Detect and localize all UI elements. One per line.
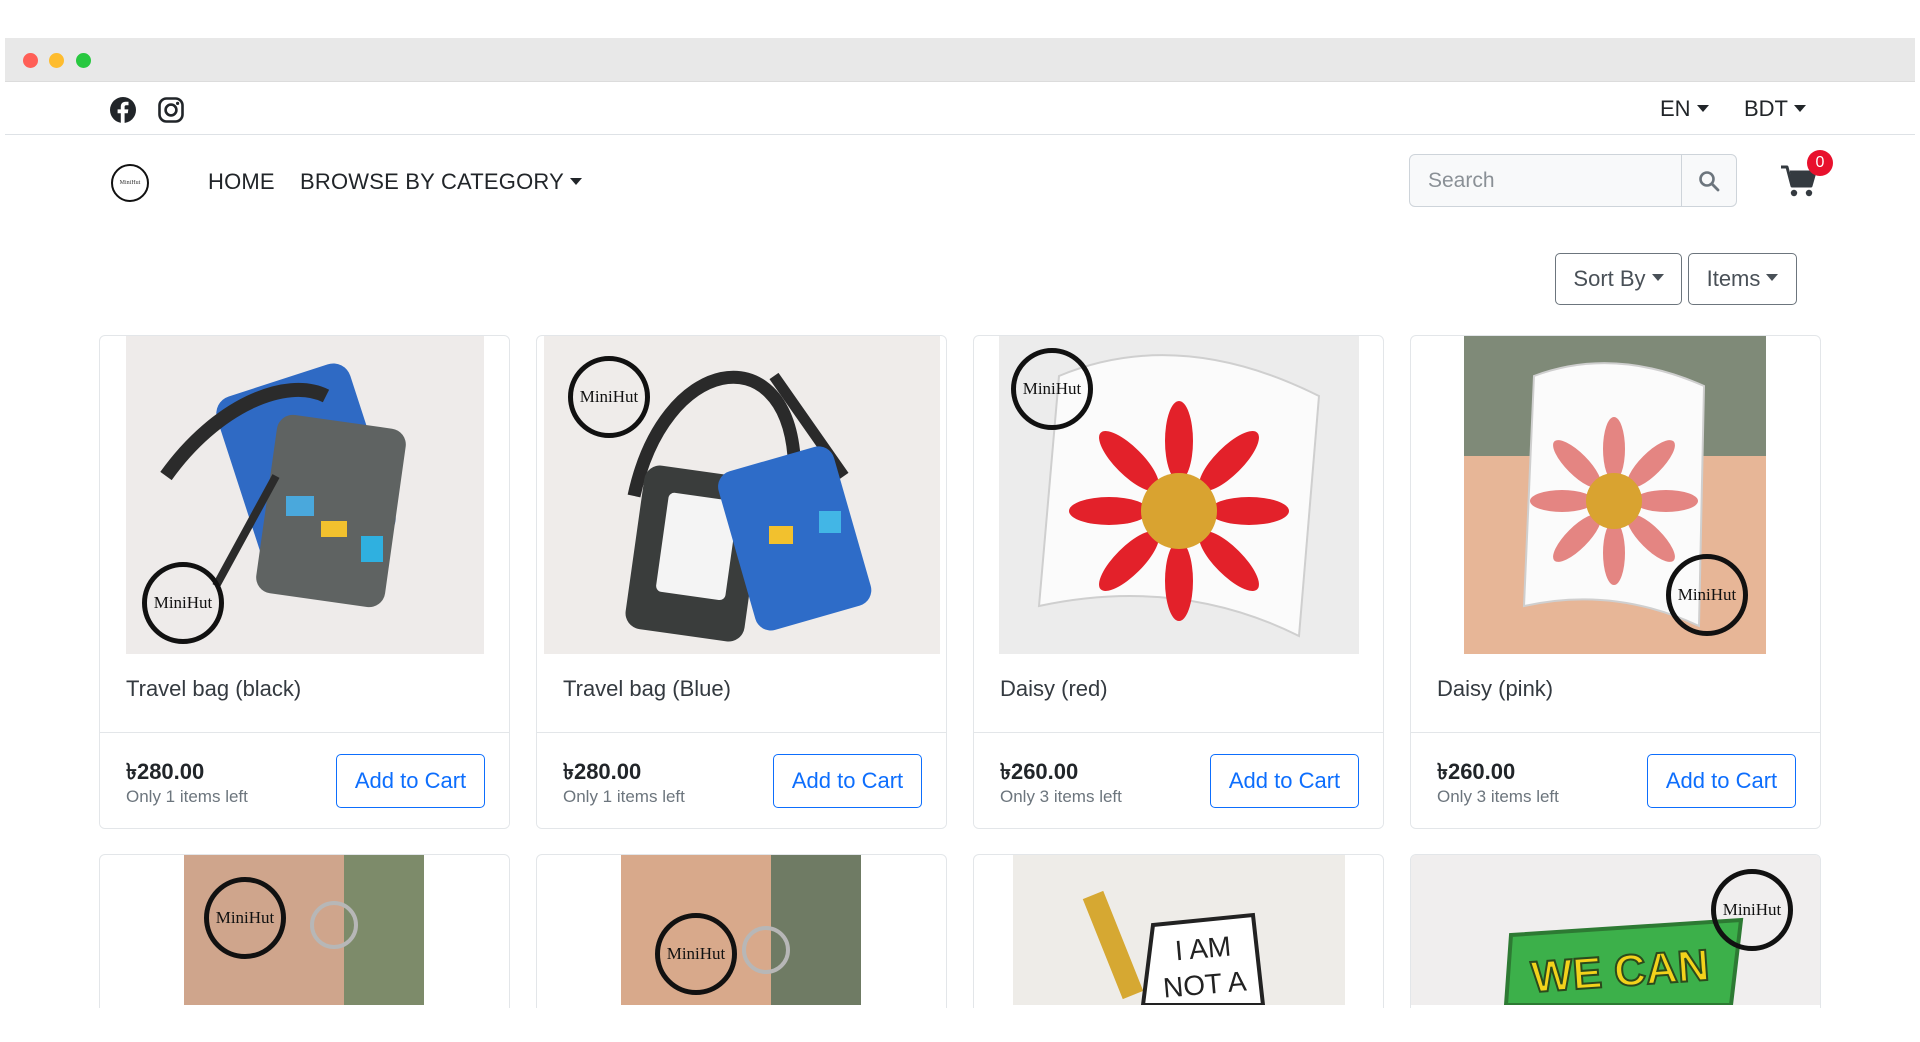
add-to-cart-button[interactable]: Add to Cart	[1647, 754, 1796, 808]
chevron-down-icon	[1766, 273, 1779, 281]
logo-text: MiniHut	[119, 180, 141, 186]
minihut-watermark: MiniHut	[1711, 869, 1793, 951]
search-icon	[1699, 170, 1720, 191]
chevron-down-icon	[570, 177, 582, 185]
product-stock: Only 3 items left	[1000, 787, 1122, 806]
product-card[interactable]: MiniHut Travel bag (Blue) ৳280.00 Only 1…	[536, 335, 947, 829]
product-card[interactable]: WE CAN MiniHut	[1410, 854, 1821, 1008]
chevron-down-icon	[1794, 104, 1806, 112]
maximize-window-button[interactable]	[76, 53, 91, 68]
product-stock: Only 1 items left	[126, 787, 248, 806]
product-image[interactable]: MiniHut	[999, 336, 1359, 654]
items-per-page-dropdown[interactable]: Items	[1688, 253, 1797, 305]
add-to-cart-button[interactable]: Add to Cart	[773, 754, 922, 808]
chevron-down-icon	[1696, 104, 1709, 112]
add-to-cart-button[interactable]: Add to Cart	[336, 754, 485, 808]
language-label: EN	[1660, 96, 1691, 121]
instagram-icon[interactable]	[157, 96, 185, 124]
product-image[interactable]: I AM NOT A	[1013, 855, 1345, 1005]
product-image[interactable]: WE CAN MiniHut	[1411, 855, 1820, 1005]
window-titlebar	[5, 38, 1915, 82]
product-card[interactable]: I AM NOT A	[973, 854, 1384, 1008]
cart-count-badge: 0	[1807, 150, 1833, 176]
top-utility-bar: EN BDT	[5, 82, 1915, 135]
product-card-footer: ৳260.00 Only 3 items left Add to Cart	[1411, 732, 1820, 828]
pin-text-line-1: I AM	[1173, 930, 1233, 967]
nav-home-link[interactable]: HOME	[208, 169, 275, 195]
product-title[interactable]: Daisy (red)	[1000, 676, 1108, 702]
add-to-cart-button[interactable]: Add to Cart	[1210, 754, 1359, 808]
main-navbar: MiniHut HOME BROWSE BY CATEGORY 0	[5, 134, 1915, 246]
product-card-footer: ৳280.00 Only 1 items left Add to Cart	[100, 732, 509, 828]
minihut-watermark: MiniHut	[142, 562, 224, 644]
minimize-window-button[interactable]	[49, 53, 64, 68]
sort-by-label: Sort By	[1573, 266, 1646, 291]
product-image[interactable]: MiniHut	[621, 855, 861, 1005]
product-title[interactable]: Travel bag (Blue)	[563, 676, 731, 702]
product-card[interactable]: MiniHut Travel bag (black) ৳280.00 Only …	[99, 335, 510, 829]
minihut-watermark: MiniHut	[1666, 554, 1748, 636]
minihut-watermark: MiniHut	[1011, 348, 1093, 430]
product-stock: Only 3 items left	[1437, 787, 1559, 806]
keychain-image	[621, 855, 861, 1005]
language-dropdown[interactable]: EN	[1660, 96, 1709, 122]
items-label: Items	[1706, 266, 1761, 291]
product-image[interactable]: MiniHut	[126, 336, 484, 654]
search-button[interactable]	[1681, 155, 1736, 206]
product-card[interactable]: MiniHut	[536, 854, 947, 1008]
product-stock: Only 1 items left	[563, 787, 685, 806]
product-title[interactable]: Travel bag (black)	[126, 676, 301, 702]
search-group	[1409, 154, 1737, 207]
facebook-icon[interactable]	[109, 96, 137, 124]
product-card[interactable]: MiniHut Daisy (red) ৳260.00 Only 3 items…	[973, 335, 1384, 829]
product-title[interactable]: Daisy (pink)	[1437, 676, 1553, 702]
minihut-watermark: MiniHut	[655, 913, 737, 995]
product-image[interactable]: MiniHut	[1464, 336, 1766, 654]
product-card-footer: ৳280.00 Only 1 items left Add to Cart	[537, 732, 946, 828]
browser-window: EN BDT MiniHut HOME BROWSE BY CATEGORY S…	[5, 38, 1915, 1008]
site-logo[interactable]: MiniHut	[111, 164, 149, 202]
product-card[interactable]: MiniHut Daisy (pink) ৳260.00 Only 3 item…	[1410, 335, 1821, 829]
chevron-down-icon	[1651, 273, 1664, 281]
search-input[interactable]	[1410, 155, 1681, 206]
currency-dropdown[interactable]: BDT	[1744, 96, 1806, 122]
product-image[interactable]: MiniHut	[544, 336, 940, 654]
nav-browse-category-label: BROWSE BY CATEGORY	[300, 169, 564, 194]
close-window-button[interactable]	[23, 53, 38, 68]
minihut-watermark: MiniHut	[204, 877, 286, 959]
product-card-footer: ৳260.00 Only 3 items left Add to Cart	[974, 732, 1383, 828]
currency-label: BDT	[1744, 96, 1788, 121]
minihut-watermark: MiniHut	[568, 356, 650, 438]
sort-by-dropdown[interactable]: Sort By	[1555, 253, 1682, 305]
product-card[interactable]: MiniHut	[99, 854, 510, 1008]
nav-browse-category-dropdown[interactable]: BROWSE BY CATEGORY	[300, 169, 582, 195]
product-image[interactable]: MiniHut	[184, 855, 424, 1005]
